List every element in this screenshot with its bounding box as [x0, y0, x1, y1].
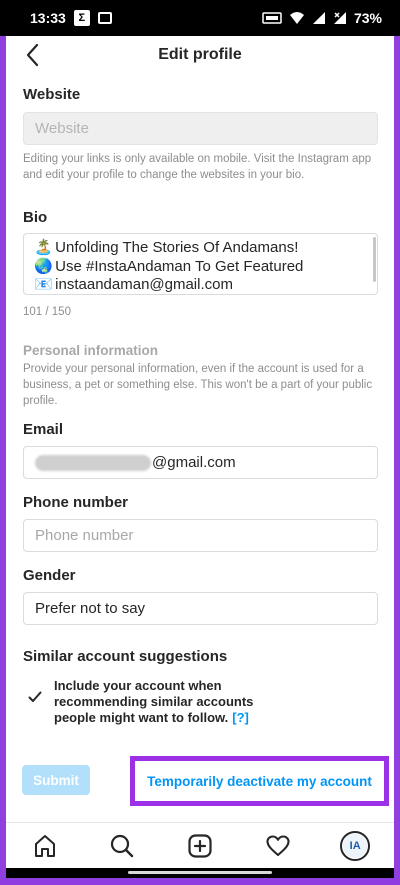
nav-home[interactable]	[29, 830, 61, 862]
profile-avatar: IA	[340, 830, 371, 861]
phone-input[interactable]	[23, 519, 378, 552]
signal-x-icon	[333, 12, 346, 24]
bio-scrollbar[interactable]	[373, 237, 376, 282]
similar-accounts-text: Include your account when recommending s…	[54, 678, 254, 725]
new-post-icon	[188, 833, 212, 858]
email-redacted	[35, 454, 151, 471]
gender-label: Gender	[23, 567, 76, 584]
page-title: Edit profile	[158, 46, 242, 63]
back-arrow-icon[interactable]	[20, 42, 46, 68]
nav-profile[interactable]: IA	[339, 830, 371, 862]
sigma-icon: Σ	[73, 10, 90, 26]
bio-textarea[interactable]: 🏝️ Unfolding The Stories Of Andamans! 🌏 …	[23, 233, 378, 295]
personal-info-title: Personal information	[23, 343, 159, 358]
gender-field[interactable]: Prefer not to say	[23, 592, 378, 625]
website-input[interactable]	[23, 112, 378, 145]
bio-char-counter: 101 / 150	[23, 306, 71, 318]
avatar-logo: IA	[343, 833, 368, 858]
similar-accounts-checkbox[interactable]	[26, 688, 44, 706]
header: Edit profile	[6, 36, 394, 74]
email-label: Email	[23, 421, 64, 438]
bio-label: Bio	[23, 209, 48, 226]
signal-icon	[312, 12, 325, 24]
status-time: 13:33	[30, 10, 66, 26]
email-domain: @gmail.com	[152, 454, 236, 471]
nav-activity[interactable]	[262, 830, 294, 862]
personal-info-help: Provide your personal information, even …	[23, 363, 373, 407]
home-icon	[34, 834, 55, 857]
globe-emoji: 🌏	[34, 257, 53, 275]
checkmark-icon	[28, 691, 42, 702]
nav-new-post[interactable]	[184, 830, 216, 862]
battery-level: 73%	[353, 10, 382, 26]
nav-search[interactable]	[106, 830, 138, 862]
heart-icon	[266, 834, 290, 856]
email-field[interactable]: @gmail.com	[23, 446, 378, 479]
signal-lte-icon	[262, 12, 282, 24]
similar-accounts-option: Include your account when recommending s…	[23, 678, 377, 726]
bottom-navigation: IA	[6, 822, 394, 868]
island-emoji: 🏝️	[34, 239, 53, 256]
form-content: Website Editing your links is only avail…	[6, 86, 394, 726]
deactivate-account-button[interactable]: Temporarily deactivate my account	[147, 774, 372, 789]
bio-line: 📧 instaandaman@gmail.com	[34, 276, 233, 293]
home-indicator[interactable]	[128, 871, 272, 874]
website-label: Website	[23, 86, 81, 103]
system-home-bar	[6, 868, 394, 878]
status-bar: 13:33 Σ 73%	[0, 0, 400, 36]
edit-profile-screen: Edit profile Website Editing your links …	[6, 36, 394, 878]
image-icon	[97, 12, 112, 24]
deactivate-highlight: Temporarily deactivate my account	[130, 756, 389, 806]
wifi-icon	[289, 12, 304, 24]
help-link[interactable]: [?]	[232, 710, 249, 725]
submit-button[interactable]: Submit	[22, 765, 90, 795]
bio-line: 🏝️ Unfolding The Stories Of Andamans!	[34, 239, 299, 256]
phone-label: Phone number	[23, 494, 129, 511]
email-emoji: 📧	[34, 276, 53, 293]
website-help-text: Editing your links is only available on …	[23, 153, 372, 181]
bio-line: 🌏 Use #InstaAndaman To Get Featured	[34, 257, 304, 275]
similar-accounts-label: Similar account suggestions	[23, 648, 228, 665]
search-icon	[111, 834, 134, 857]
